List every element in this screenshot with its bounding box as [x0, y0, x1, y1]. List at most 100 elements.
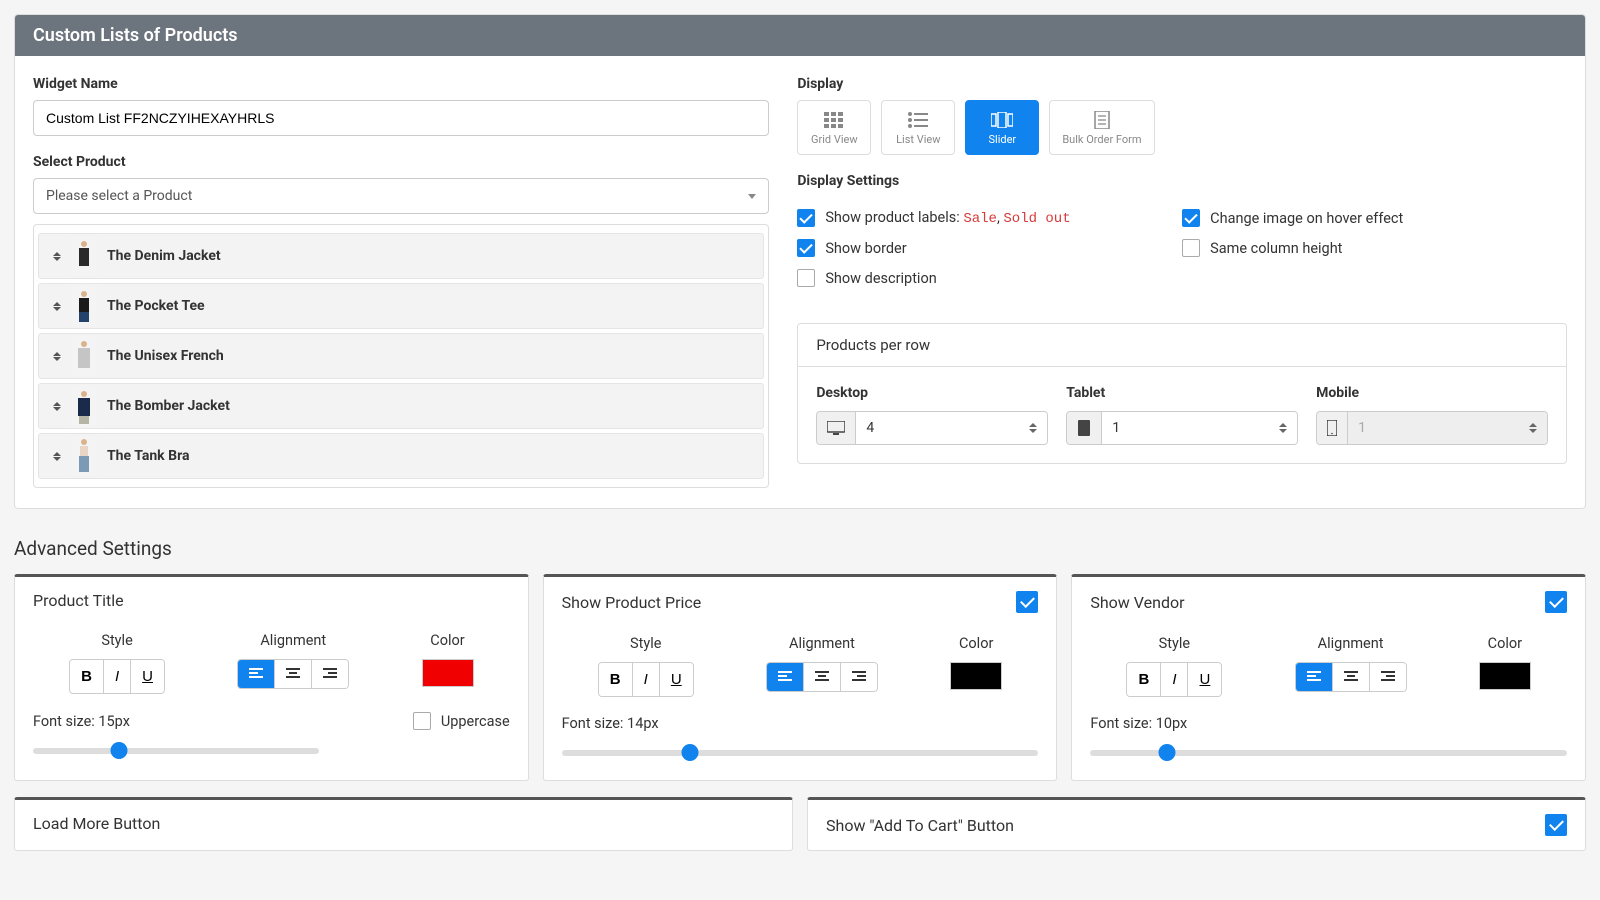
bulk-order-icon: [1091, 111, 1113, 129]
drag-handle-icon[interactable]: [47, 252, 67, 261]
product-select-placeholder: Please select a Product: [46, 188, 192, 204]
chevron-down-icon: [748, 194, 756, 199]
product-item[interactable]: The Denim Jacket: [38, 233, 764, 279]
color-swatch[interactable]: [422, 659, 474, 687]
product-thumb: [71, 436, 97, 476]
same-column-checkbox[interactable]: [1182, 239, 1200, 257]
align-left-button[interactable]: [1296, 663, 1333, 691]
uppercase-label: Uppercase: [441, 713, 510, 730]
drag-handle-icon[interactable]: [47, 352, 67, 361]
font-size-slider[interactable]: [33, 748, 319, 754]
tablet-icon: [1067, 412, 1102, 444]
bold-button[interactable]: B: [70, 660, 104, 693]
drag-handle-icon[interactable]: [47, 402, 67, 411]
product-item[interactable]: The Unisex French: [38, 333, 764, 379]
align-center-button[interactable]: [275, 660, 312, 688]
mobile-label: Mobile: [1316, 385, 1548, 401]
display-slider-button[interactable]: Slider: [965, 100, 1039, 155]
product-thumb: [71, 286, 97, 326]
desktop-select[interactable]: 4: [816, 411, 1048, 445]
widget-name-input[interactable]: [33, 100, 769, 136]
product-item[interactable]: The Tank Bra: [38, 433, 764, 479]
font-size-slider[interactable]: [562, 750, 1039, 756]
product-price-card-title: Show Product Price: [562, 593, 702, 612]
italic-button[interactable]: I: [633, 663, 660, 696]
product-thumb: [71, 386, 97, 426]
align-left-button[interactable]: [767, 663, 804, 691]
drag-handle-icon[interactable]: [47, 302, 67, 311]
align-buttons: [237, 659, 349, 689]
show-border-checkbox[interactable]: [797, 239, 815, 257]
product-item[interactable]: The Bomber Jacket: [38, 383, 764, 429]
add-to-cart-toggle[interactable]: [1545, 814, 1567, 836]
product-name: The Tank Bra: [107, 448, 189, 464]
display-option-label: Slider: [988, 133, 1016, 146]
align-right-button[interactable]: [1370, 663, 1406, 691]
show-description-text: Show description: [825, 270, 936, 287]
bold-button[interactable]: B: [1127, 663, 1161, 696]
product-name: The Bomber Jacket: [107, 398, 230, 414]
bold-button[interactable]: B: [599, 663, 633, 696]
drag-handle-icon[interactable]: [47, 452, 67, 461]
display-grid-button[interactable]: Grid View: [797, 100, 871, 155]
uppercase-checkbox[interactable]: [413, 712, 431, 730]
style-label: Style: [598, 635, 694, 652]
panel-title: Custom Lists of Products: [15, 15, 1585, 56]
align-center-button[interactable]: [1333, 663, 1370, 691]
show-description-checkbox[interactable]: [797, 269, 815, 287]
display-settings-label: Display Settings: [797, 173, 1567, 189]
hover-effect-text: Change image on hover effect: [1210, 210, 1403, 227]
add-to-cart-card-title: Show "Add To Cart" Button: [826, 816, 1014, 835]
mobile-icon: [1317, 412, 1348, 444]
product-select[interactable]: Please select a Product: [33, 178, 769, 214]
color-swatch[interactable]: [1479, 662, 1531, 690]
products-per-row-title: Products per row: [798, 324, 1566, 367]
vendor-toggle[interactable]: [1545, 591, 1567, 613]
display-option-label: Bulk Order Form: [1062, 133, 1141, 146]
tablet-label: Tablet: [1066, 385, 1298, 401]
font-size-label: Font size: 10px: [1090, 715, 1187, 732]
display-bulk-button[interactable]: Bulk Order Form: [1049, 100, 1154, 155]
color-label: Color: [950, 635, 1002, 652]
widget-name-label: Widget Name: [33, 76, 769, 92]
align-left-button[interactable]: [238, 660, 275, 688]
mobile-select: 1: [1316, 411, 1548, 445]
alignment-label: Alignment: [237, 632, 349, 649]
show-labels-text: Show product labels: Sale, Sold out: [825, 209, 1070, 227]
style-buttons: B I U: [69, 659, 165, 694]
italic-button[interactable]: I: [1161, 663, 1188, 696]
product-price-toggle[interactable]: [1016, 591, 1038, 613]
style-label: Style: [1126, 635, 1222, 652]
product-name: The Denim Jacket: [107, 248, 221, 264]
desktop-icon: [817, 412, 856, 444]
align-right-button[interactable]: [841, 663, 877, 691]
italic-button[interactable]: I: [104, 660, 131, 693]
product-title-card-title: Product Title: [33, 591, 124, 610]
hover-effect-checkbox[interactable]: [1182, 209, 1200, 227]
color-label: Color: [1479, 635, 1531, 652]
tablet-select[interactable]: 1: [1066, 411, 1298, 445]
grid-icon: [823, 111, 845, 129]
product-thumb: [71, 236, 97, 276]
underline-button[interactable]: U: [660, 663, 693, 696]
product-thumb: [71, 336, 97, 376]
font-size-slider[interactable]: [1090, 750, 1567, 756]
vendor-card-title: Show Vendor: [1090, 593, 1184, 612]
display-list-button[interactable]: List View: [881, 100, 955, 155]
underline-button[interactable]: U: [1188, 663, 1221, 696]
align-right-button[interactable]: [312, 660, 348, 688]
desktop-label: Desktop: [816, 385, 1048, 401]
color-swatch[interactable]: [950, 662, 1002, 690]
display-option-label: List View: [896, 133, 940, 146]
color-label: Color: [422, 632, 474, 649]
underline-button[interactable]: U: [131, 660, 164, 693]
align-center-button[interactable]: [804, 663, 841, 691]
font-size-label: Font size: 14px: [562, 715, 659, 732]
list-icon: [907, 111, 929, 129]
product-list: The Denim Jacket The Pocket Tee The Unis…: [33, 224, 769, 488]
alignment-label: Alignment: [1295, 635, 1407, 652]
font-size-label: Font size: 15px: [33, 713, 130, 730]
display-option-label: Grid View: [811, 133, 858, 146]
show-labels-checkbox[interactable]: [797, 209, 815, 227]
product-item[interactable]: The Pocket Tee: [38, 283, 764, 329]
